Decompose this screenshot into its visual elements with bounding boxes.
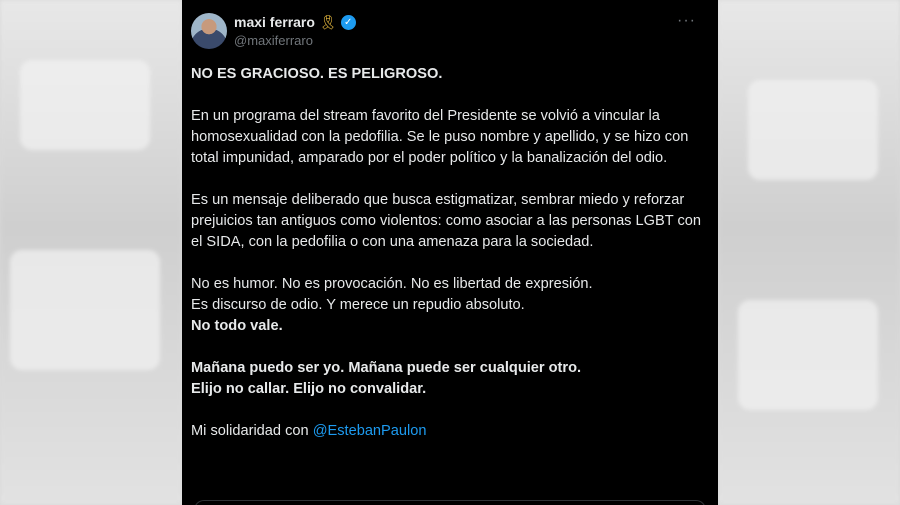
closing-text: Mi solidaridad con bbox=[191, 423, 313, 439]
tweet-text: NO ES GRACIOSO. ES PELIGROSO. En un prog… bbox=[191, 64, 711, 442]
tweet-line: Es discurso de odio. Y merece un repudio… bbox=[191, 297, 525, 313]
author-handle[interactable]: @maxiferraro bbox=[234, 33, 313, 48]
avatar[interactable] bbox=[191, 13, 227, 49]
tweet-line: No es humor. No es provocación. No es li… bbox=[191, 276, 593, 292]
verified-badge-icon[interactable]: ✓ bbox=[340, 14, 356, 30]
mention-link[interactable]: @EstebanPaulon bbox=[313, 423, 427, 439]
tweet-paragraph-1: En un programa del stream favorito del P… bbox=[191, 108, 689, 166]
tweet-closing: Mi solidaridad con @EstebanPaulon bbox=[191, 421, 711, 442]
blurred-background-left bbox=[0, 0, 182, 505]
tweet-line-bold: No todo vale. bbox=[191, 318, 283, 334]
author-name[interactable]: maxi ferraro bbox=[234, 14, 315, 30]
quoted-card-edge bbox=[194, 500, 706, 505]
author-name-row: maxi ferraro 🎗 ✓ bbox=[234, 14, 356, 30]
tweet-headline: NO ES GRACIOSO. ES PELIGROSO. bbox=[191, 66, 443, 82]
more-options-icon[interactable]: ··· bbox=[677, 12, 696, 30]
tweet-line-bold: Elijo no callar. Elijo no convalidar. bbox=[191, 381, 427, 397]
tweet-line-bold: Mañana puedo ser yo. Mañana puede ser cu… bbox=[191, 360, 582, 376]
blurred-background-right bbox=[718, 0, 900, 505]
tweet-paragraph-2: Es un mensaje deliberado que busca estig… bbox=[191, 192, 701, 250]
yellow-ribbon-icon: 🎗 bbox=[318, 14, 337, 30]
tweet-card: maxi ferraro 🎗 ✓ @maxiferraro ··· NO ES … bbox=[182, 0, 718, 505]
